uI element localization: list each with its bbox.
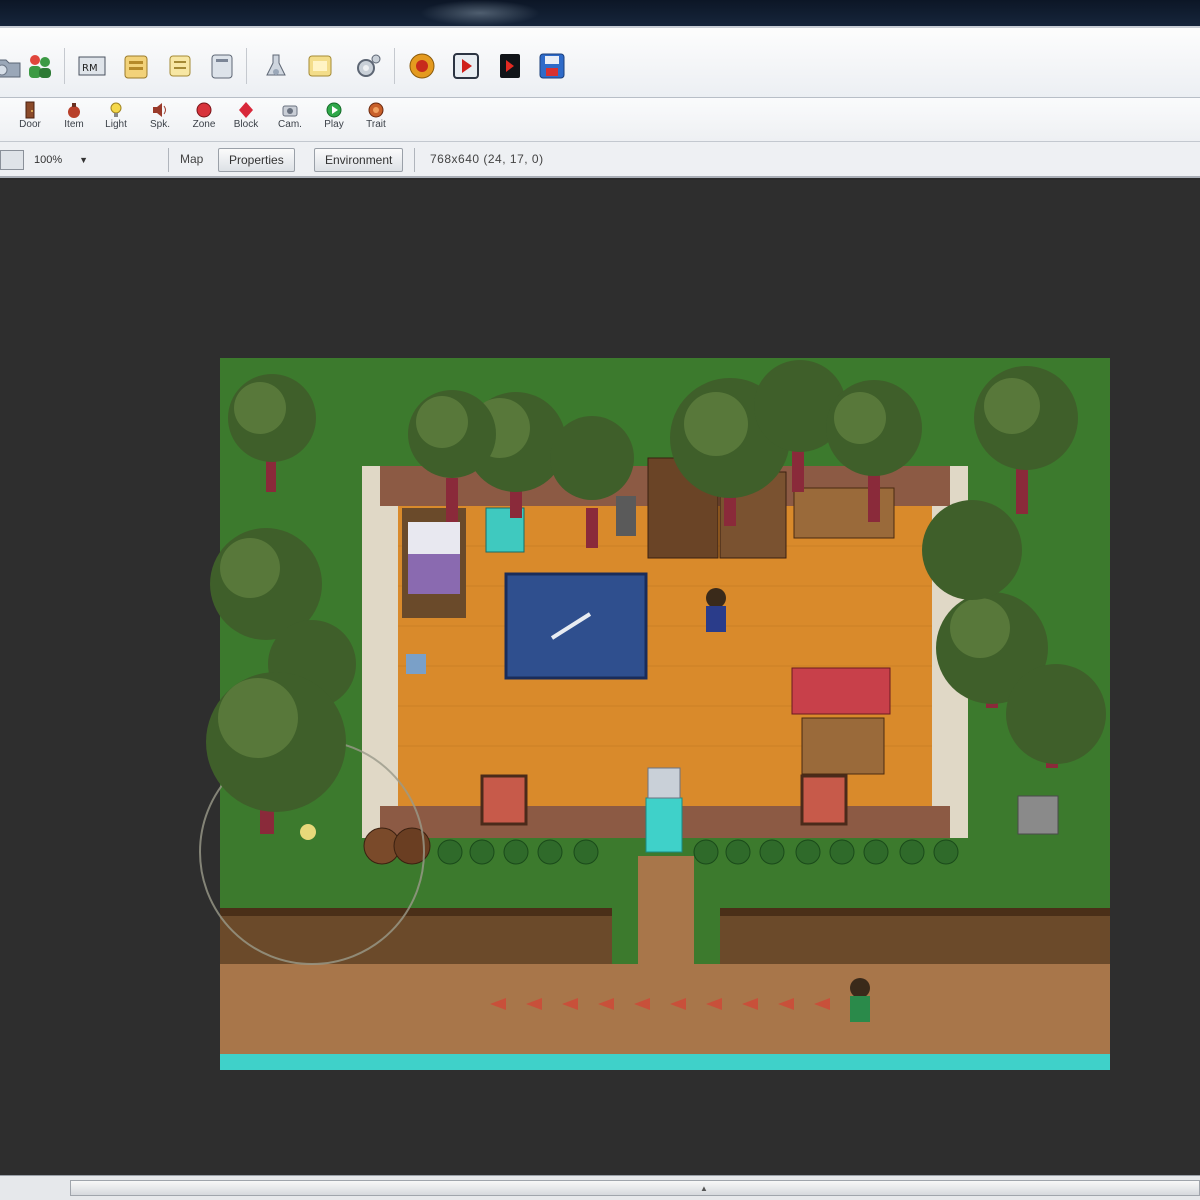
- tab-environment[interactable]: Environment: [314, 148, 404, 172]
- play-start-icon: [326, 102, 342, 118]
- tab-map[interactable]: Map: [180, 152, 203, 166]
- chevron-down-icon: ▼: [79, 155, 88, 165]
- record-icon[interactable]: [406, 50, 438, 82]
- camera-icon: [282, 105, 298, 117]
- flask-icon[interactable]: [260, 50, 292, 82]
- scroll-icon[interactable]: [164, 50, 196, 82]
- tool-camera[interactable]: Cam.: [270, 100, 310, 140]
- speaker-icon: [153, 103, 166, 117]
- map-canvas[interactable]: [0, 180, 1200, 1175]
- tool-label: Item: [64, 119, 84, 130]
- tool-trait[interactable]: Trait: [356, 100, 396, 140]
- tool-play-start[interactable]: Play: [314, 100, 354, 140]
- zoom-value: 100%: [34, 154, 63, 166]
- tool-light[interactable]: Light: [96, 100, 136, 140]
- tool-label: Light: [105, 119, 127, 130]
- map-icon[interactable]: RM: [76, 50, 108, 82]
- tab-properties[interactable]: Properties: [218, 148, 295, 172]
- tool-zone[interactable]: Zone: [184, 100, 224, 140]
- door-icon: [25, 101, 35, 119]
- svg-text:RM: RM: [82, 63, 98, 74]
- main-toolbar: RM: [0, 26, 1200, 98]
- scroll-grip-icon: ▲: [700, 1184, 708, 1193]
- object-toolbar: Door Item Light Spk. Zone Block Cam. Pla…: [0, 98, 1200, 142]
- map-coordinates: 768x640 (24, 17, 0): [430, 152, 544, 166]
- characters-icon[interactable]: [24, 50, 56, 82]
- tool-speaker[interactable]: Spk.: [140, 100, 180, 140]
- view-toolbar: 100% ▼ Map Properties Environment 768x64…: [0, 142, 1200, 178]
- tool-block[interactable]: Block: [226, 100, 266, 140]
- open-icon[interactable]: [0, 50, 24, 82]
- zone-icon: [196, 102, 212, 118]
- tool-door[interactable]: Door: [10, 100, 50, 140]
- block-icon: [239, 102, 253, 118]
- desktop-background: [0, 0, 1200, 26]
- item-icon: [68, 103, 80, 118]
- tool-label: Spk.: [149, 119, 170, 130]
- light-icon: [110, 102, 122, 117]
- tool-label: Play: [324, 119, 344, 130]
- script-icon[interactable]: [206, 50, 238, 82]
- map-view[interactable]: [199, 358, 1110, 1070]
- resource-icon[interactable]: [304, 50, 336, 82]
- tool-item[interactable]: Item: [54, 100, 94, 140]
- scrollbar-thumb[interactable]: [70, 1180, 1200, 1196]
- stop-icon[interactable]: [494, 50, 526, 82]
- save-icon[interactable]: [536, 50, 568, 82]
- tool-label: Trait: [366, 119, 386, 130]
- player-character[interactable]: [706, 588, 726, 632]
- tool-label: Zone: [192, 119, 216, 130]
- horizontal-scrollbar[interactable]: ▲: [0, 1175, 1200, 1200]
- grid-toggle-button[interactable]: [0, 150, 24, 170]
- database-icon[interactable]: [120, 50, 152, 82]
- zoom-select[interactable]: 100% ▼: [28, 150, 92, 170]
- tool-label: Cam.: [278, 119, 302, 130]
- settings-icon[interactable]: [352, 50, 384, 82]
- editor-window: RM Door Item Light Spk. Zone Block Cam. …: [0, 0, 1200, 1200]
- armor-stand: [616, 496, 636, 536]
- play-icon[interactable]: [450, 50, 482, 82]
- tool-label: Door: [19, 119, 41, 130]
- npc-character[interactable]: [850, 978, 870, 1022]
- trait-icon: [368, 102, 384, 118]
- tool-label: Block: [233, 119, 259, 130]
